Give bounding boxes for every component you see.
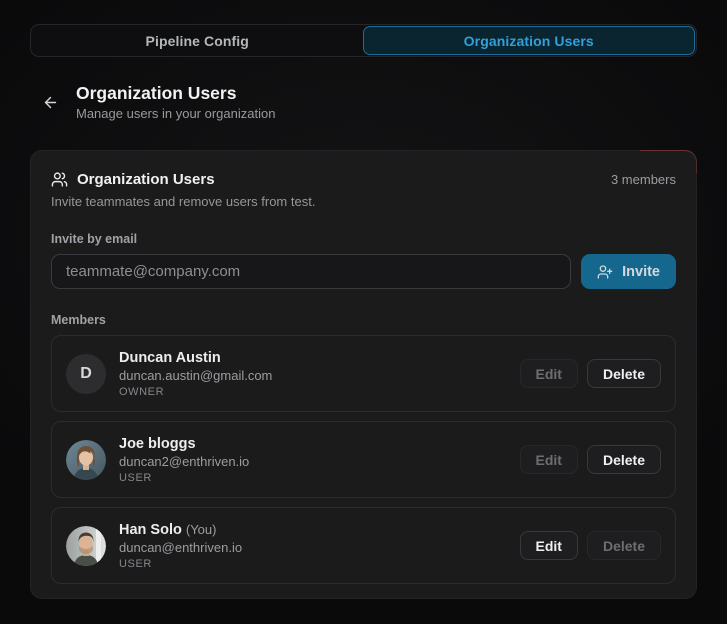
invite-email-input[interactable] <box>51 254 572 289</box>
member-email: duncan@enthriven.io <box>119 539 243 555</box>
members-count-badge: 3 members <box>610 172 676 187</box>
member-actions: Edit Delete <box>519 445 661 474</box>
users-icon <box>51 171 68 188</box>
invite-button-label: Invite <box>622 263 660 280</box>
card-description: Invite teammates and remove users from t… <box>51 194 316 209</box>
member-you-suffix: (You) <box>185 521 217 537</box>
member-name: Duncan Austin <box>119 349 272 367</box>
card-header: Organization Users 3 members <box>51 171 676 188</box>
avatar-photo <box>66 525 106 566</box>
invite-email-label: Invite by email <box>51 232 138 246</box>
user-plus-icon <box>597 264 613 279</box>
edit-button[interactable]: Edit <box>519 445 578 474</box>
page-header: Organization Users Manage users in your … <box>38 83 697 122</box>
settings-page: Pipeline Config Organization Users Organ… <box>0 0 727 599</box>
card-title: Organization Users <box>77 171 215 188</box>
member-name-text: Duncan Austin <box>119 349 221 366</box>
member-info: Joe bloggs duncan2@enthriven.io USER <box>119 435 249 485</box>
delete-button[interactable]: Delete <box>586 445 661 474</box>
back-button[interactable] <box>38 91 62 115</box>
tab-pipeline-config[interactable]: Pipeline Config <box>32 26 363 55</box>
avatar-photo <box>66 439 106 480</box>
member-role: USER <box>119 557 152 570</box>
delete-button[interactable]: Delete <box>586 359 661 388</box>
members-section-label: Members <box>51 313 106 327</box>
member-row-joe-bloggs: Joe bloggs duncan2@enthriven.io USER Edi… <box>51 421 676 498</box>
tab-organization-users[interactable]: Organization Users <box>362 26 695 55</box>
member-role: USER <box>119 471 152 484</box>
member-row-han-solo: Han Solo (You) duncan@enthriven.io USER … <box>51 507 676 584</box>
invite-button[interactable]: Invite <box>581 254 676 289</box>
member-name-text: Han Solo <box>119 521 182 538</box>
tab-bar: Pipeline Config Organization Users <box>30 24 697 57</box>
delete-button[interactable]: Delete <box>586 531 661 560</box>
member-email: duncan.austin@gmail.com <box>119 367 273 383</box>
organization-users-card: Organization Users 3 members Invite team… <box>30 150 697 599</box>
member-role: OWNER <box>119 385 165 398</box>
member-email: duncan2@enthriven.io <box>119 453 250 469</box>
member-list: D Duncan Austin duncan.austin@gmail.com … <box>51 335 676 584</box>
man-portrait-image <box>66 525 106 566</box>
page-title: Organization Users <box>76 83 237 103</box>
member-name-text: Joe bloggs <box>119 435 196 452</box>
member-row-duncan-austin: D Duncan Austin duncan.austin@gmail.com … <box>51 335 676 412</box>
invite-row: Invite <box>51 254 676 289</box>
page-header-text: Organization Users Manage users in your … <box>76 83 275 122</box>
member-info: Han Solo (You) duncan@enthriven.io USER <box>119 521 242 571</box>
member-actions: Edit Delete <box>519 359 661 388</box>
member-name: Han Solo (You) <box>119 521 242 539</box>
avatar-letter: D <box>66 353 106 394</box>
page-subtitle: Manage users in your organization <box>76 106 276 121</box>
edit-button[interactable]: Edit <box>519 531 578 560</box>
member-info: Duncan Austin duncan.austin@gmail.com OW… <box>119 349 272 399</box>
edit-button[interactable]: Edit <box>519 359 578 388</box>
arrow-left-icon <box>44 96 56 109</box>
member-actions: Edit Delete <box>519 531 661 560</box>
woman-portrait-image <box>66 439 106 480</box>
member-name: Joe bloggs <box>119 435 249 453</box>
